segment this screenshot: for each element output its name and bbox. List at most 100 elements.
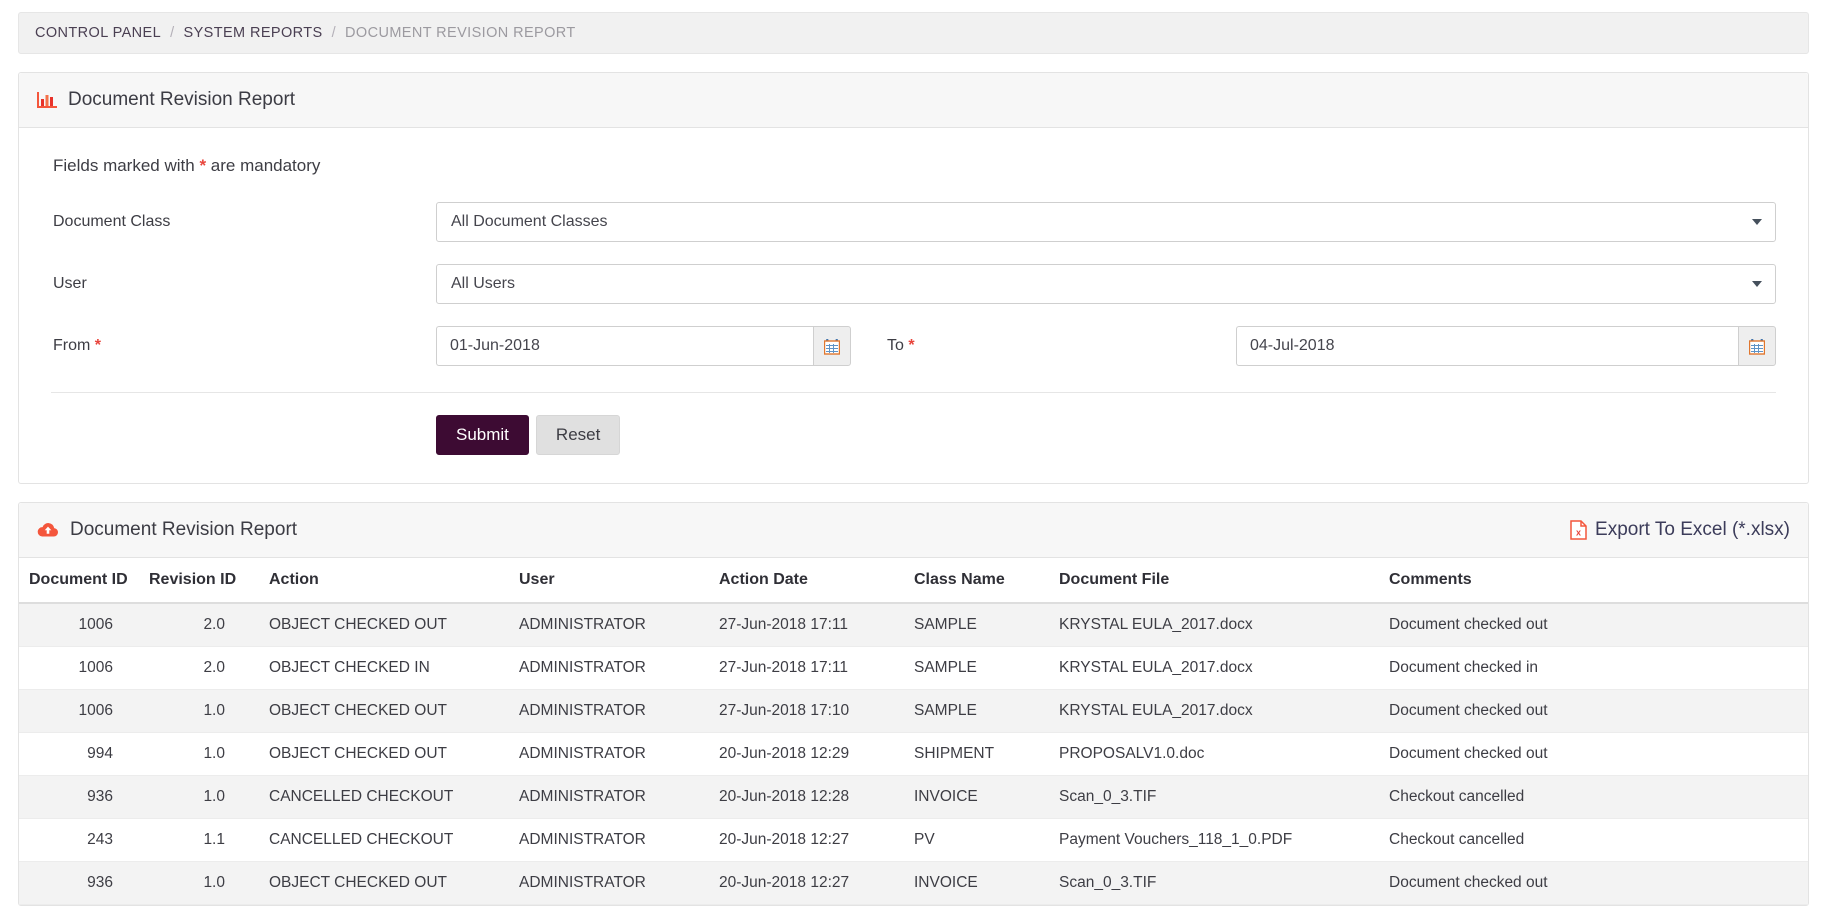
- cell-user: ADMINISTRATOR: [509, 775, 709, 820]
- svg-text:x: x: [1576, 528, 1581, 538]
- cell-action: OBJECT CHECKED OUT: [259, 861, 509, 906]
- table-row[interactable]: 1006 1.0 OBJECT CHECKED OUT ADMINISTRATOR 27…: [19, 689, 1808, 734]
- reset-button[interactable]: Reset: [535, 415, 621, 456]
- mandatory-note-suffix: are mandatory: [206, 156, 321, 175]
- cell-user: ADMINISTRATOR: [509, 689, 709, 734]
- cell-comments: Checkout cancelled: [1379, 775, 1808, 820]
- column-header-document-file[interactable]: Document File: [1049, 558, 1379, 605]
- page-root: CONTROL PANEL / SYSTEM REPORTS / DOCUMEN…: [0, 0, 1827, 914]
- cell-action-date: 27-Jun-2018 17:10: [709, 689, 904, 734]
- cell-action: OBJECT CHECKED IN: [259, 646, 509, 691]
- cell-user: ADMINISTRATOR: [509, 861, 709, 906]
- cell-document-file: KRYSTAL EULA_2017.docx: [1049, 646, 1379, 691]
- table-row[interactable]: 936 1.0 OBJECT CHECKED OUT ADMINISTRATOR 20-…: [19, 861, 1808, 906]
- report-filter-form: Fields marked with * are mandatory Docum…: [19, 128, 1808, 483]
- chevron-down-icon: [1752, 219, 1762, 225]
- cell-revision-id: 1.1: [139, 818, 259, 863]
- table-row[interactable]: 1006 2.0 OBJECT CHECKED OUT ADMINISTRATOR 27…: [19, 603, 1808, 648]
- cell-action: OBJECT CHECKED OUT: [259, 603, 509, 648]
- to-date-group: [1236, 326, 1776, 366]
- to-date-label-text: To: [887, 337, 904, 354]
- cell-comments: Document checked in: [1379, 646, 1808, 691]
- cell-action-date: 20-Jun-2018 12:27: [709, 818, 904, 863]
- cell-class-name: INVOICE: [904, 861, 1049, 906]
- mandatory-fields-note: Fields marked with * are mandatory: [53, 156, 1776, 176]
- cell-action-date: 20-Jun-2018 12:28: [709, 775, 904, 820]
- cell-document-id: 1006: [19, 689, 139, 734]
- column-header-action[interactable]: Action: [259, 558, 509, 605]
- user-selected-value: All Users: [451, 275, 516, 292]
- cell-document-id: 936: [19, 861, 139, 906]
- cell-action: CANCELLED CHECKOUT: [259, 818, 509, 863]
- form-actions: Submit Reset: [51, 415, 1776, 456]
- cell-document-id: 936: [19, 775, 139, 820]
- from-date-label: From *: [51, 337, 436, 355]
- table-row[interactable]: 936 1.0 CANCELLED CHECKOUT ADMINISTRATOR 20-…: [19, 775, 1808, 820]
- document-class-selected-value: All Document Classes: [451, 213, 608, 230]
- document-class-select[interactable]: All Document Classes: [436, 202, 1776, 242]
- table-row[interactable]: 243 1.1 CANCELLED CHECKOUT ADMINISTRATOR 20-…: [19, 818, 1808, 863]
- export-to-excel-label: Export To Excel (*.xlsx): [1595, 519, 1790, 541]
- excel-file-icon: x: [1570, 520, 1587, 541]
- cell-revision-id: 1.0: [139, 861, 259, 906]
- cell-class-name: SAMPLE: [904, 689, 1049, 734]
- to-date-calendar-button[interactable]: [1738, 326, 1776, 366]
- chevron-down-icon: [1752, 281, 1762, 287]
- column-header-revision-id[interactable]: Revision ID: [139, 558, 259, 605]
- cell-document-id: 1006: [19, 646, 139, 691]
- table-row[interactable]: 1006 2.0 OBJECT CHECKED IN ADMINISTRATOR 27-…: [19, 646, 1808, 691]
- user-label: User: [53, 275, 87, 292]
- from-date-label-text: From: [53, 337, 91, 354]
- cell-document-file: Scan_0_3.TIF: [1049, 775, 1379, 820]
- column-header-user[interactable]: User: [509, 558, 709, 605]
- revision-report-table: Document ID Revision ID Action User Acti…: [19, 558, 1808, 906]
- column-header-document-id[interactable]: Document ID: [19, 558, 139, 605]
- to-required-marker: *: [908, 337, 915, 354]
- column-header-class-name[interactable]: Class Name: [904, 558, 1049, 605]
- from-date-input[interactable]: [436, 326, 813, 366]
- calendar-icon: [1749, 338, 1765, 355]
- from-date-calendar-button[interactable]: [813, 326, 851, 366]
- user-select[interactable]: All Users: [436, 264, 1776, 304]
- cell-revision-id: 1.0: [139, 732, 259, 777]
- cloud-upload-icon: [37, 521, 59, 539]
- column-header-comments[interactable]: Comments: [1379, 558, 1808, 605]
- bar-chart-icon: [37, 91, 57, 110]
- cell-action-date: 27-Jun-2018 17:11: [709, 646, 904, 691]
- breadcrumb-separator: /: [170, 25, 175, 41]
- cell-action: OBJECT CHECKED OUT: [259, 689, 509, 734]
- table-body: 1006 2.0 OBJECT CHECKED OUT ADMINISTRATOR 27…: [19, 603, 1808, 906]
- date-range-row: From * 01-Jun-2018 To * 04-Jul-2018: [51, 326, 1776, 366]
- cell-revision-id: 1.0: [139, 689, 259, 734]
- cell-class-name: SHIPMENT: [904, 732, 1049, 777]
- cell-user: ADMINISTRATOR: [509, 603, 709, 648]
- cell-class-name: SAMPLE: [904, 603, 1049, 648]
- cell-user: ADMINISTRATOR: [509, 818, 709, 863]
- cell-comments: Document checked out: [1379, 732, 1808, 777]
- mandatory-note-prefix: Fields marked with: [53, 156, 200, 175]
- table-header: Document ID Revision ID Action User Acti…: [19, 558, 1808, 605]
- breadcrumb-item-control-panel[interactable]: CONTROL PANEL: [35, 25, 161, 41]
- cell-class-name: INVOICE: [904, 775, 1049, 820]
- to-date-input[interactable]: [1236, 326, 1738, 366]
- user-row: User All Users: [51, 264, 1776, 304]
- table-row[interactable]: 994 1.0 OBJECT CHECKED OUT ADMINISTRATOR 20-…: [19, 732, 1808, 777]
- cell-document-id: 1006: [19, 603, 139, 648]
- cell-action-date: 20-Jun-2018 12:29: [709, 732, 904, 777]
- document-class-label: Document Class: [53, 213, 171, 230]
- cell-class-name: SAMPLE: [904, 646, 1049, 691]
- report-filter-panel-header: Document Revision Report: [19, 73, 1808, 128]
- cell-comments: Checkout cancelled: [1379, 818, 1808, 863]
- submit-button[interactable]: Submit: [436, 415, 529, 456]
- cell-user: ADMINISTRATOR: [509, 646, 709, 691]
- cell-document-file: PROPOSALV1.0.doc: [1049, 732, 1379, 777]
- cell-action-date: 27-Jun-2018 17:11: [709, 603, 904, 648]
- table-header-row: Document ID Revision ID Action User Acti…: [19, 558, 1808, 605]
- report-filter-panel-title: Document Revision Report: [68, 89, 296, 110]
- report-filter-panel: Document Revision Report Fields marked w…: [18, 72, 1809, 485]
- column-header-action-date[interactable]: Action Date: [709, 558, 904, 605]
- cell-document-file: KRYSTAL EULA_2017.docx: [1049, 603, 1379, 648]
- cell-comments: Document checked out: [1379, 861, 1808, 906]
- breadcrumb-item-system-reports[interactable]: SYSTEM REPORTS: [184, 25, 323, 41]
- export-to-excel-link[interactable]: x Export To Excel (*.xlsx): [1570, 519, 1790, 541]
